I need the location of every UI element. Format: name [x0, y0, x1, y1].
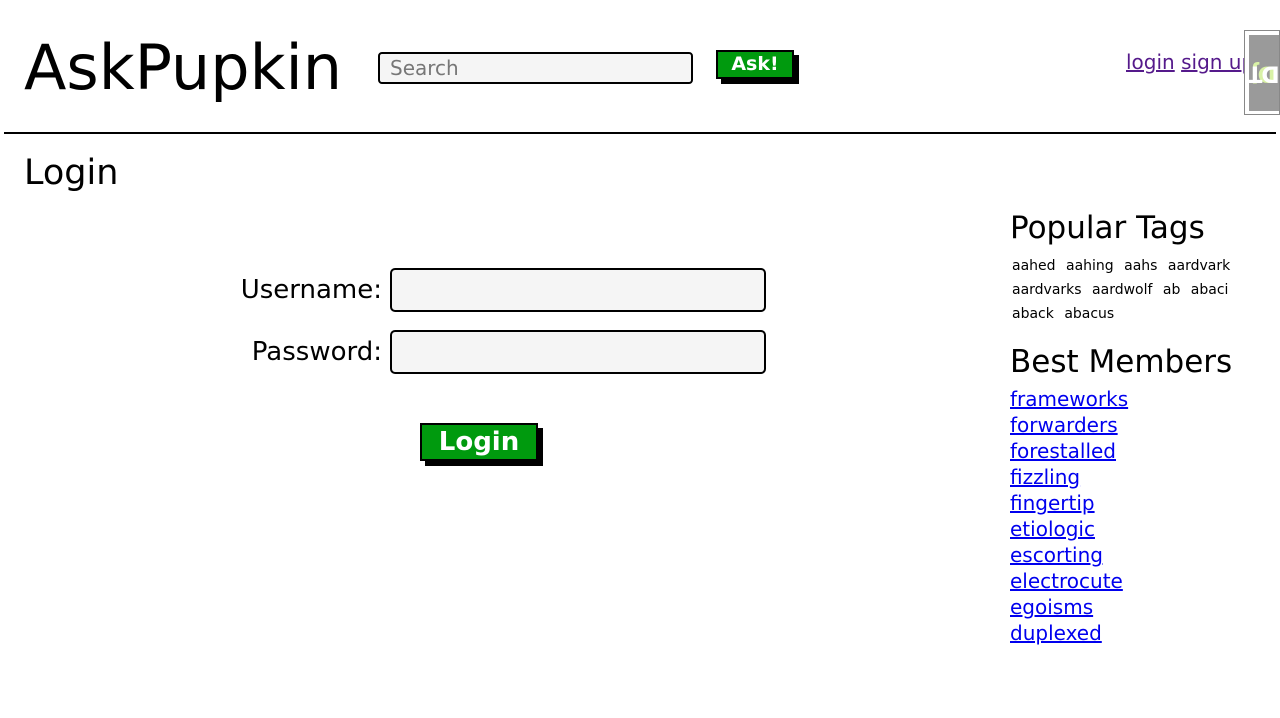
- list-item: escorting: [1010, 542, 1270, 568]
- tag-item[interactable]: aahed: [1012, 254, 1056, 278]
- member-link[interactable]: forwarders: [1010, 413, 1118, 437]
- popular-tags: aahed aahing aahs aardvark aardvarks aar…: [1012, 254, 1252, 326]
- member-link[interactable]: egoisms: [1010, 595, 1093, 619]
- list-item: fingertip: [1010, 490, 1270, 516]
- list-item: forestalled: [1010, 438, 1270, 464]
- list-item: fizzling: [1010, 464, 1270, 490]
- list-item: forwarders: [1010, 412, 1270, 438]
- username-label: Username:: [240, 275, 382, 305]
- tag-item[interactable]: ab: [1163, 278, 1180, 302]
- search-input[interactable]: [378, 52, 693, 84]
- ask-button[interactable]: Ask!: [716, 50, 794, 79]
- debug-toolbar-label-dt: DT: [1249, 60, 1279, 86]
- tag-item[interactable]: aardvarks: [1012, 278, 1082, 302]
- sidebar: Popular Tags aahed aahing aahs aardvark …: [1010, 208, 1270, 646]
- member-link[interactable]: duplexed: [1010, 621, 1102, 645]
- member-link[interactable]: electrocute: [1010, 569, 1123, 593]
- member-link[interactable]: fingertip: [1010, 491, 1095, 515]
- debug-toolbar-icon: Dj DT: [1249, 35, 1279, 111]
- username-field[interactable]: [390, 268, 766, 312]
- list-item: egoisms: [1010, 594, 1270, 620]
- best-members-heading: Best Members: [1010, 344, 1233, 380]
- member-link[interactable]: escorting: [1010, 543, 1103, 567]
- list-item: electrocute: [1010, 568, 1270, 594]
- tag-item[interactable]: aback: [1012, 302, 1054, 326]
- tag-item[interactable]: aardwolf: [1092, 278, 1152, 302]
- member-link[interactable]: frameworks: [1010, 387, 1128, 411]
- tag-item[interactable]: aahing: [1066, 254, 1114, 278]
- member-link[interactable]: forestalled: [1010, 439, 1116, 463]
- tag-item[interactable]: aahs: [1124, 254, 1157, 278]
- auth-links: login sign up: [1126, 50, 1254, 74]
- password-field[interactable]: [390, 330, 766, 374]
- password-label: Password:: [251, 337, 382, 367]
- member-link[interactable]: fizzling: [1010, 465, 1080, 489]
- site-header: AskPupkin Ask! login sign up DjDT: [0, 0, 1280, 133]
- list-item: etiologic: [1010, 516, 1270, 542]
- tag-item[interactable]: abacus: [1064, 302, 1114, 326]
- best-members-list: frameworks forwarders forestalled fizzli…: [1010, 386, 1270, 646]
- header-divider: [4, 132, 1276, 134]
- page-title: Login: [24, 153, 119, 193]
- login-link[interactable]: login: [1126, 50, 1175, 74]
- debug-toolbar-handle[interactable]: Dj DT: [1244, 30, 1280, 115]
- list-item: frameworks: [1010, 386, 1270, 412]
- tag-item[interactable]: aardvark: [1168, 254, 1230, 278]
- popular-tags-heading: Popular Tags: [1010, 210, 1205, 246]
- member-link[interactable]: etiologic: [1010, 517, 1095, 541]
- site-logo[interactable]: AskPupkin: [24, 30, 342, 106]
- login-button[interactable]: Login: [420, 423, 538, 461]
- list-item: duplexed: [1010, 620, 1270, 646]
- tag-item[interactable]: abaci: [1191, 278, 1229, 302]
